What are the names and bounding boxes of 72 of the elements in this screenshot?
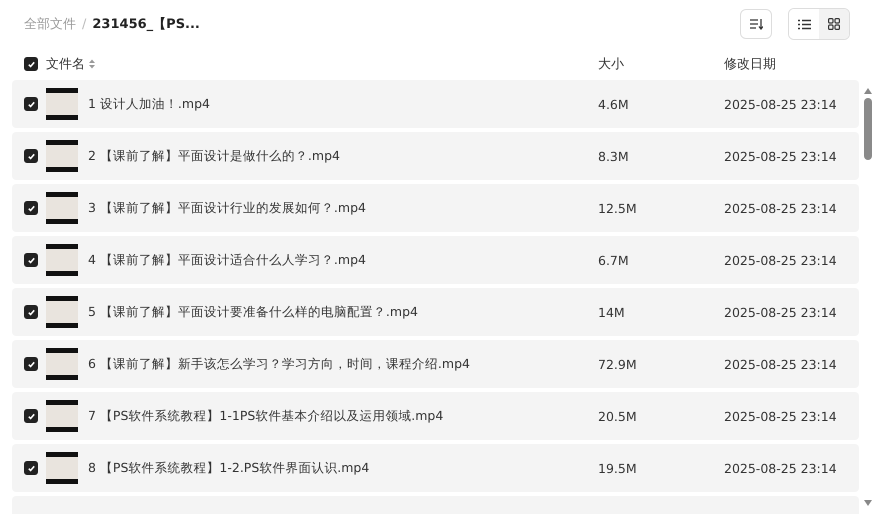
file-size: 72.9M	[598, 356, 638, 372]
modified-date: 2025-08-25 23:14	[724, 356, 837, 372]
sort-icon	[749, 18, 763, 30]
row-checkbox[interactable]	[24, 357, 38, 371]
file-row[interactable]: 8 【PS软件系统教程】1-2.PS软件界面认识.mp4 19.5M 2025-08-25 23:14	[12, 444, 859, 492]
file-size: 20.5M	[598, 408, 638, 424]
checkmark-icon	[26, 412, 36, 420]
video-thumbnail	[46, 348, 78, 380]
file-row[interactable]: 4 【课前了解】平面设计适合什么人学习？.mp4 6.7M 2025-08-25 23:14	[12, 236, 859, 284]
row-checkbox[interactable]	[24, 461, 38, 475]
checkmark-icon	[26, 152, 36, 160]
file-name: 4 【课前了解】平面设计适合什么人学习？.mp4	[88, 252, 367, 268]
column-header[interactable]: 文件名	[46, 55, 85, 73]
list-icon	[798, 18, 810, 30]
row-checkbox[interactable]	[24, 409, 38, 423]
file-row[interactable]: 1 设计人加油！.mp4 4.6M 2025-08-25 23:14	[12, 80, 859, 128]
file-name: 5 【课前了解】平面设计要准备什么样的电脑配置？.mp4	[88, 304, 419, 320]
file-name: 1 设计人加油！.mp4	[88, 96, 211, 112]
select-all-checkbox[interactable]	[24, 57, 38, 71]
file-row[interactable]: 6 【课前了解】新手该怎么学习？学习方向，时间，课程介绍.mp4 72.9M 2025-08-25 23:14	[12, 340, 859, 388]
file-size: 12.5M	[598, 200, 638, 216]
modified-date: 2025-08-25 23:14	[724, 96, 837, 112]
modified-date: 2025-08-25 23:14	[724, 148, 837, 164]
file-name: 3 【课前了解】平面设计行业的发展如何？.mp4	[88, 200, 367, 216]
row-checkbox[interactable]	[24, 305, 38, 319]
column-header: 大小	[598, 56, 625, 73]
row-checkbox[interactable]	[24, 97, 38, 111]
grid-view-button[interactable]	[819, 9, 849, 39]
file-size: 6.7M	[598, 252, 630, 268]
scroll-down-arrow-icon[interactable]	[864, 500, 872, 506]
grid-icon	[828, 18, 840, 30]
checkmark-icon	[26, 256, 36, 264]
video-thumbnail	[46, 192, 78, 224]
file-row[interactable]: 3 【课前了解】平面设计行业的发展如何？.mp4 12.5M 2025-08-25 23:14	[12, 184, 859, 232]
file-name: 7 【PS软件系统教程】1-1PS软件基本介绍以及运用领域.mp4	[88, 408, 444, 424]
column-header: 修改日期	[724, 56, 776, 73]
file-size: 8.3M	[598, 148, 630, 164]
file-row[interactable]: 2 【课前了解】平面设计是做什么的？.mp4 8.3M 2025-08-25 23:14	[12, 132, 859, 180]
file-size: 19.5M	[598, 460, 638, 476]
video-thumbnail	[46, 244, 78, 276]
file-name: 8 【PS软件系统教程】1-2.PS软件界面认识.mp4	[88, 460, 370, 476]
row-checkbox[interactable]	[24, 201, 38, 215]
sort-arrows-icon[interactable]	[89, 59, 95, 69]
row-checkbox[interactable]	[24, 149, 38, 163]
modified-date: 2025-08-25 23:14	[724, 200, 837, 216]
file-row[interactable]: 5 【课前了解】平面设计要准备什么样的电脑配置？.mp4 14M 2025-08-25 23:14	[12, 288, 859, 336]
video-thumbnail	[46, 452, 78, 484]
video-thumbnail	[46, 296, 78, 328]
row-checkbox[interactable]	[24, 253, 38, 267]
checkmark-icon	[26, 360, 36, 368]
scroll-up-arrow-icon[interactable]	[864, 88, 872, 94]
file-size: 14M	[598, 304, 626, 320]
breadcrumb-separator: /	[82, 16, 86, 32]
video-thumbnail	[46, 400, 78, 432]
scrollbar-thumb[interactable]	[864, 98, 872, 160]
file-row[interactable]: 7 【PS软件系统教程】1-1PS软件基本介绍以及运用领域.mp4 20.5M 2025-08-25 23:14	[12, 392, 859, 440]
file-size: 4.6M	[598, 96, 630, 112]
modified-date: 2025-08-25 23:14	[724, 304, 837, 320]
checkmark-icon	[26, 60, 36, 68]
file-name: 6 【课前了解】新手该怎么学习？学习方向，时间，课程介绍.mp4	[88, 356, 471, 372]
video-thumbnail	[46, 88, 78, 120]
breadcrumb-link[interactable]: 231456_【PS...	[92, 15, 200, 33]
file-name: 2 【课前了解】平面设计是做什么的？.mp4	[88, 148, 341, 164]
sort-button[interactable]	[740, 9, 772, 39]
checkmark-icon	[26, 204, 36, 212]
checkmark-icon	[26, 464, 36, 472]
modified-date: 2025-08-25 23:14	[724, 252, 837, 268]
modified-date: 2025-08-25 23:14	[724, 460, 837, 476]
video-thumbnail	[46, 140, 78, 172]
modified-date: 2025-08-25 23:14	[724, 408, 837, 424]
checkmark-icon	[26, 308, 36, 316]
checkmark-icon	[26, 100, 36, 108]
